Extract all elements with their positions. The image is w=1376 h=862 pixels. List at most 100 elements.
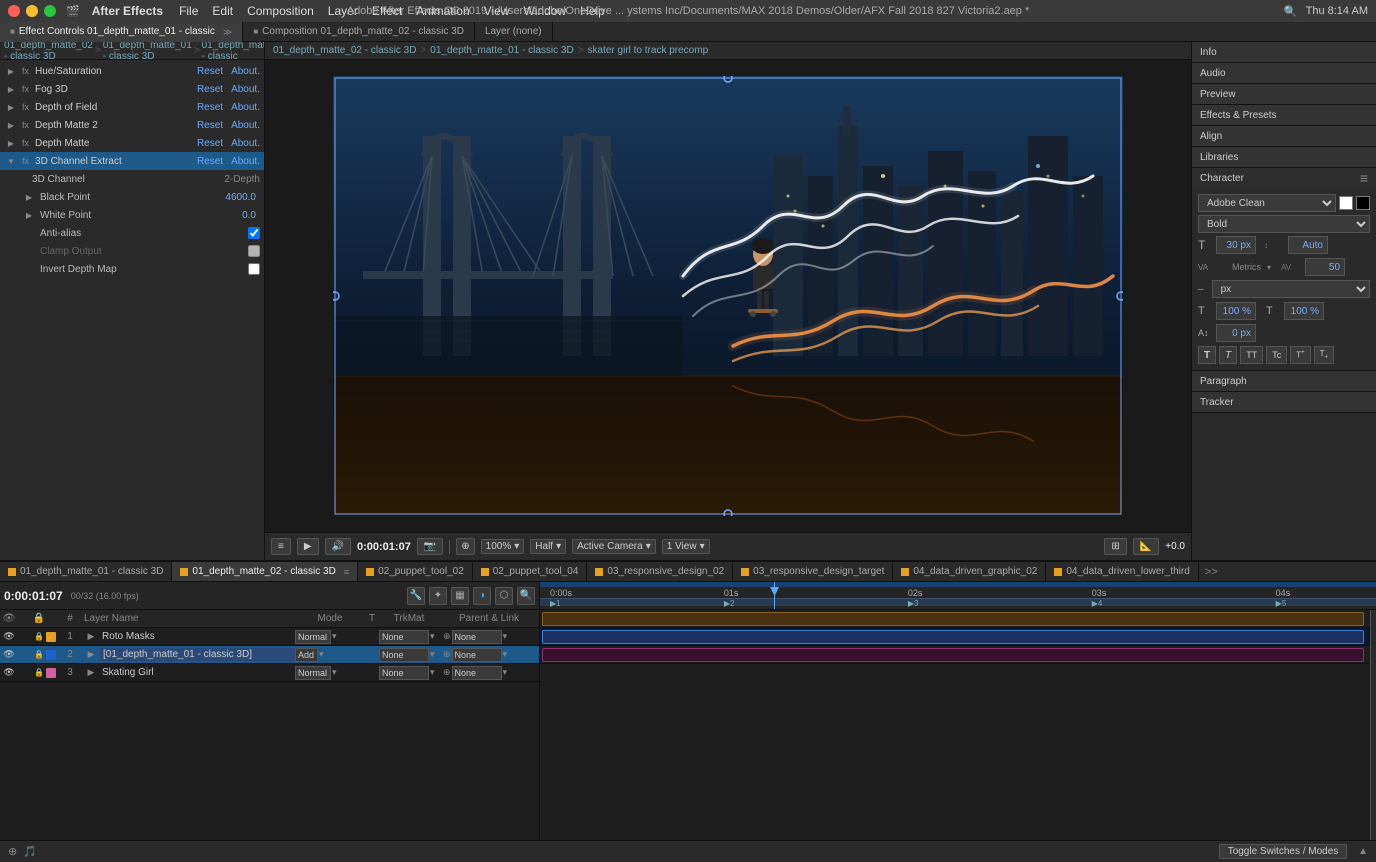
menu-composition[interactable]: Composition xyxy=(247,4,314,18)
efx-header[interactable]: Effects & Presets xyxy=(1192,105,1376,125)
mode-select-2[interactable]: Add xyxy=(295,648,318,662)
vscale-input[interactable] xyxy=(1216,302,1256,320)
timeline-tab-7[interactable]: 04_data_driven_graphic_02 xyxy=(893,562,1046,582)
effect-reset[interactable]: Reset xyxy=(197,102,223,113)
character-menu-icon[interactable]: ≡ xyxy=(1360,170,1368,186)
trkmat-select-1[interactable]: None xyxy=(379,630,429,644)
effect-depth-field[interactable]: ▶ fx Depth of Field Reset About. xyxy=(0,98,264,116)
effect-depth-matte2[interactable]: ▶ fx Depth Matte 2 Reset About. xyxy=(0,116,264,134)
effect-enable-selected[interactable]: fx xyxy=(22,156,29,166)
effect-reset[interactable]: Reset xyxy=(197,66,223,77)
font-size-input[interactable] xyxy=(1216,236,1256,254)
prop-value-wp[interactable]: 0.0 xyxy=(242,210,256,221)
timeline-tab-2[interactable]: 01_depth_matte_02 - classic 3D ≡ xyxy=(172,562,358,582)
status-icon-1[interactable]: ⊕ xyxy=(8,845,17,858)
quality-dropdown[interactable]: Half ▾ xyxy=(530,539,566,554)
trkmat-select-2[interactable]: None xyxy=(379,648,429,662)
font-family-select[interactable]: Adobe Clean xyxy=(1198,194,1336,212)
text-color-swatch[interactable] xyxy=(1339,196,1353,210)
composition-tab[interactable]: ■ Composition 01_depth_matte_02 - classi… xyxy=(243,22,475,42)
ruler-btn[interactable]: 📐 xyxy=(1133,538,1159,555)
parent-select-2[interactable]: None xyxy=(452,648,502,662)
units-select[interactable]: px xyxy=(1212,280,1370,298)
parent-select-3[interactable]: None xyxy=(452,666,502,680)
menu-file[interactable]: File xyxy=(179,4,198,18)
viewer-enable[interactable]: ⊕ xyxy=(456,538,474,555)
menu-edit[interactable]: Edit xyxy=(212,4,233,18)
effect-toggle[interactable]: ▶ xyxy=(4,100,18,114)
effect-reset[interactable]: Reset xyxy=(197,120,223,131)
mode-select-1[interactable]: Normal xyxy=(295,630,331,644)
zoom-dropdown[interactable]: 100% ▾ xyxy=(481,539,525,554)
align-header[interactable]: Align xyxy=(1192,126,1376,146)
draft-btn[interactable]: ✦ xyxy=(429,587,447,605)
breadcrumb-precomp[interactable]: skater girl to track precomp xyxy=(588,45,709,56)
layer-lock-3[interactable]: 🔒 xyxy=(32,668,46,677)
effect-about[interactable]: About. xyxy=(231,138,260,149)
render-queue-btn[interactable]: 🔧 xyxy=(407,587,425,605)
toggle-switches-button[interactable]: Toggle Switches / Modes xyxy=(1219,844,1348,859)
parent-select-1[interactable]: None xyxy=(452,630,502,644)
effect-enable[interactable]: fx xyxy=(22,102,29,112)
grid-btn[interactable]: ⊞ xyxy=(1104,538,1126,555)
viewer-menu-btn[interactable]: ≡ xyxy=(271,538,291,555)
status-icon-3[interactable]: ▲ xyxy=(1358,846,1368,857)
prop-checkbox-id[interactable] xyxy=(248,263,260,275)
effect-reset-selected[interactable]: Reset xyxy=(197,156,223,167)
effect-toggle[interactable]: ▶ xyxy=(4,118,18,132)
minimize-button[interactable] xyxy=(26,5,38,17)
effect-hue-saturation[interactable]: ▶ fx Hue/Saturation Reset About. xyxy=(0,62,264,80)
effect-enable[interactable]: fx xyxy=(22,138,29,148)
allcaps-button[interactable]: TT xyxy=(1240,346,1263,364)
clip-3[interactable] xyxy=(542,648,1364,662)
layer-search[interactable]: 🔍 xyxy=(517,587,535,605)
italic-button[interactable]: T xyxy=(1219,346,1237,364)
layer-row-1[interactable]: 👁 🔒 1 ▶ Roto Masks Normal ▾ xyxy=(0,628,539,646)
timeline-tab-5[interactable]: 03_responsive_design_02 xyxy=(587,562,733,582)
work-area-bar[interactable] xyxy=(540,582,1376,587)
effect-about-selected[interactable]: About. xyxy=(231,156,260,167)
motion-blur-btn[interactable]: ◑ xyxy=(473,587,491,605)
timeline-tab-3[interactable]: 02_puppet_tool_02 xyxy=(358,562,473,582)
layer-mode-2[interactable]: Add ▾ xyxy=(295,648,365,662)
close-button[interactable] xyxy=(8,5,20,17)
character-header[interactable]: Character ≡ xyxy=(1192,168,1376,188)
prop-checkbox-aa[interactable] xyxy=(248,227,260,239)
3d-btn[interactable]: ▦ xyxy=(451,587,469,605)
snapshot-btn[interactable]: 📷 xyxy=(417,538,443,555)
stroke-color-swatch[interactable] xyxy=(1356,196,1370,210)
clip-1[interactable] xyxy=(542,612,1364,626)
layer-row-2[interactable]: 👁 🔒 2 ▶ [01_depth_matte_01 - classic 3D]… xyxy=(0,646,539,664)
effect-fog3d[interactable]: ▶ fx Fog 3D Reset About. xyxy=(0,80,264,98)
layer-parent-1[interactable]: ⊕ None ▾ xyxy=(439,630,539,644)
layer-lock-1[interactable]: 🔒 xyxy=(32,632,46,641)
effect-about[interactable]: About. xyxy=(231,120,260,131)
layer-visibility-1[interactable]: 👁 xyxy=(0,631,18,642)
prop-expand-wp[interactable]: ▶ xyxy=(22,208,36,222)
font-style-select[interactable]: Bold xyxy=(1198,215,1370,233)
layer-trkmat-1[interactable]: None ▾ xyxy=(379,630,439,644)
audio-header[interactable]: Audio xyxy=(1192,63,1376,83)
view-dropdown[interactable]: 1 View ▾ xyxy=(662,539,710,554)
clip-2[interactable] xyxy=(542,630,1364,644)
layer-visibility-3[interactable]: 👁 xyxy=(0,667,18,678)
tracking-value-input[interactable] xyxy=(1305,258,1345,276)
status-icon-2[interactable]: 🎵 xyxy=(23,845,37,858)
camera-dropdown[interactable]: Active Camera ▾ xyxy=(572,539,656,554)
layer-trkmat-3[interactable]: None ▾ xyxy=(379,666,439,680)
traffic-lights[interactable] xyxy=(8,5,56,17)
prop-expand[interactable]: ▶ xyxy=(22,190,36,204)
preview-header[interactable]: Preview xyxy=(1192,84,1376,104)
effect-3d-channel-extract[interactable]: ▼ fx 3D Channel Extract Reset About. xyxy=(0,152,264,170)
layer-expand-1[interactable]: ▶ xyxy=(84,631,98,642)
prop-value-bp[interactable]: 4600.0 xyxy=(225,192,256,203)
info-header[interactable]: Info xyxy=(1192,42,1376,62)
hscale-input[interactable] xyxy=(1284,302,1324,320)
leading-input[interactable] xyxy=(1288,236,1328,254)
effect-toggle[interactable]: ▶ xyxy=(4,82,18,96)
layer-lock-2[interactable]: 🔒 xyxy=(32,650,46,659)
effect-depth-matte[interactable]: ▶ fx Depth Matte Reset About. xyxy=(0,134,264,152)
smallcaps-button[interactable]: Tc xyxy=(1266,346,1287,364)
timeline-tab-8[interactable]: 04_data_driven_lower_third xyxy=(1046,562,1198,582)
super-button[interactable]: T+ xyxy=(1290,346,1310,364)
